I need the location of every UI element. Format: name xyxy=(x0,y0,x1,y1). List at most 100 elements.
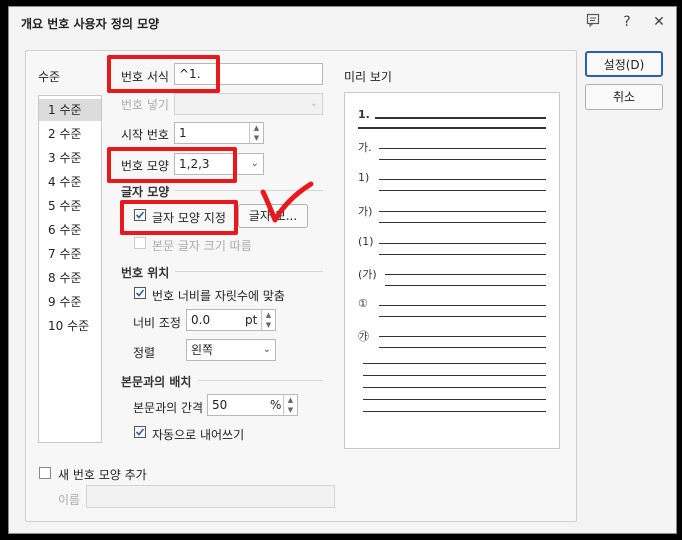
preview-number: 1. xyxy=(358,108,370,121)
preview-line xyxy=(379,316,546,317)
number-insert-select: ⌄ xyxy=(174,93,323,115)
width-adjust-stepper[interactable]: ▲ ▼ xyxy=(261,310,275,330)
preview-number: 가) xyxy=(358,205,373,218)
level-item[interactable]: 8 수준 xyxy=(39,267,101,289)
start-number-label: 시작 번호 xyxy=(121,128,169,142)
body-gap-stepper[interactable]: ▲ ▼ xyxy=(283,395,297,415)
width-adjust-value: 0.0 xyxy=(191,313,211,327)
divider xyxy=(198,380,323,381)
align-value: 왼쪽 xyxy=(191,343,214,357)
checkmark-icon xyxy=(135,428,145,436)
preview-line xyxy=(379,243,546,244)
spin-down-icon[interactable]: ▼ xyxy=(250,133,263,143)
preview-line xyxy=(379,159,546,160)
preview-number: 1) xyxy=(358,171,370,184)
number-position-section-label: 번호 위치 xyxy=(121,266,170,280)
name-input xyxy=(86,485,335,508)
preview-line xyxy=(379,222,546,223)
char-shape-section-label: 글자 모양 xyxy=(121,185,170,199)
align-label: 정렬 xyxy=(133,346,156,360)
spin-down-icon[interactable]: ▼ xyxy=(262,320,275,330)
levels-label: 수준 xyxy=(38,70,61,84)
preview-line xyxy=(363,363,546,364)
level-item[interactable]: 7 수준 xyxy=(39,243,101,265)
start-number-stepper[interactable]: ▲ ▼ xyxy=(249,123,263,143)
level-item[interactable]: 2 수준 xyxy=(39,123,101,145)
width-adjust-unit: pt xyxy=(245,313,258,327)
ok-button[interactable]: 설정(D) xyxy=(585,51,663,77)
body-gap-unit: % xyxy=(270,398,282,412)
preview-number: 가. xyxy=(358,141,372,154)
close-icon[interactable]: ✕ xyxy=(649,13,669,31)
preview-line xyxy=(358,127,546,129)
chevron-down-icon: ⌄ xyxy=(309,98,318,109)
level-item[interactable]: 10 수준 xyxy=(39,315,101,337)
spin-up-icon[interactable]: ▲ xyxy=(250,123,263,133)
follow-body-size-label: 본문 글자 크기 따름 xyxy=(152,239,252,253)
fit-width-checkbox[interactable] xyxy=(134,287,146,299)
preview-line xyxy=(379,254,546,255)
preview-line xyxy=(379,190,546,191)
annotation-box-number-format xyxy=(107,55,220,93)
annotation-box-number-shape xyxy=(107,147,237,183)
preview-line xyxy=(363,375,546,376)
align-select[interactable]: 왼쪽 ⌄ xyxy=(186,339,276,361)
number-insert-label: 번호 넣기 xyxy=(121,98,169,112)
preview-line xyxy=(379,211,546,212)
cancel-button[interactable]: 취소 xyxy=(585,84,663,110)
preview-line xyxy=(379,336,546,337)
width-adjust-field[interactable]: 0.0 pt ▲ ▼ xyxy=(186,309,276,331)
add-shape-label[interactable]: 새 번호 모양 추가 xyxy=(58,466,147,483)
start-number-value: 1 xyxy=(179,126,187,140)
body-layout-section-label: 본문과의 배치 xyxy=(121,375,192,389)
preview-line xyxy=(375,117,546,119)
dialog-window: 개요 번호 사용자 정의 모양 ? ✕ 수준 1 수준 2 수준 3 수준 4 … xyxy=(8,6,677,534)
dialog-title: 개요 번호 사용자 정의 모양 xyxy=(21,17,160,31)
spin-down-icon[interactable]: ▼ xyxy=(284,405,297,415)
start-number-field[interactable]: 1 ▲ ▼ xyxy=(174,122,264,144)
auto-indent-checkbox[interactable] xyxy=(134,426,146,438)
auto-indent-label[interactable]: 자동으로 내어쓰기 xyxy=(152,426,244,443)
chevron-down-icon: ⌄ xyxy=(262,344,271,355)
spin-up-icon[interactable]: ▲ xyxy=(262,310,275,320)
preview-line xyxy=(379,148,546,149)
divider xyxy=(175,271,323,272)
preview-number: ㉮ xyxy=(358,330,369,343)
preview-number: ① xyxy=(358,297,368,310)
preview-line xyxy=(379,347,546,348)
preview-label: 미리 보기 xyxy=(344,70,392,84)
chevron-down-icon: ⌄ xyxy=(250,158,259,169)
levels-list[interactable]: 1 수준 2 수준 3 수준 4 수준 5 수준 6 수준 7 수준 8 수준 … xyxy=(38,95,102,443)
body-gap-value: 50 xyxy=(212,398,228,412)
body-gap-field[interactable]: 50 % ▲ ▼ xyxy=(207,394,298,416)
annotation-box-char-shape xyxy=(120,200,238,235)
width-adjust-label: 너비 조정 xyxy=(133,316,181,330)
level-item[interactable]: 4 수준 xyxy=(39,171,101,193)
spin-up-icon[interactable]: ▲ xyxy=(284,395,297,405)
level-item[interactable]: 3 수준 xyxy=(39,147,101,169)
chat-icon[interactable] xyxy=(583,13,603,31)
level-item[interactable]: 6 수준 xyxy=(39,219,101,241)
preview-line xyxy=(385,274,546,275)
fit-width-label[interactable]: 번호 너비를 자릿수에 맞춤 xyxy=(152,287,285,304)
level-item[interactable]: 1 수준 xyxy=(39,99,101,121)
preview-pane: 1. 가. 1) 가) (1) (가) ① ㉮ xyxy=(344,92,560,449)
title-bar: 개요 번호 사용자 정의 모양 ? ✕ xyxy=(9,7,676,37)
preview-line xyxy=(363,411,546,412)
follow-body-size-checkbox xyxy=(134,237,146,249)
red-checkmark-icon xyxy=(259,180,315,231)
preview-line xyxy=(385,285,546,286)
add-shape-checkbox[interactable] xyxy=(39,467,51,479)
checkmark-icon xyxy=(135,289,145,297)
preview-number: (1) xyxy=(358,235,374,248)
help-icon[interactable]: ? xyxy=(617,13,637,31)
preview-number: (가) xyxy=(358,268,377,281)
preview-line xyxy=(379,305,546,306)
level-item[interactable]: 5 수준 xyxy=(39,195,101,217)
body-gap-label: 본문과의 간격 xyxy=(133,401,204,415)
name-label: 이름 xyxy=(58,493,81,507)
preview-line xyxy=(363,387,546,388)
level-item[interactable]: 9 수준 xyxy=(39,291,101,313)
preview-line xyxy=(363,399,546,400)
preview-line xyxy=(379,179,546,180)
